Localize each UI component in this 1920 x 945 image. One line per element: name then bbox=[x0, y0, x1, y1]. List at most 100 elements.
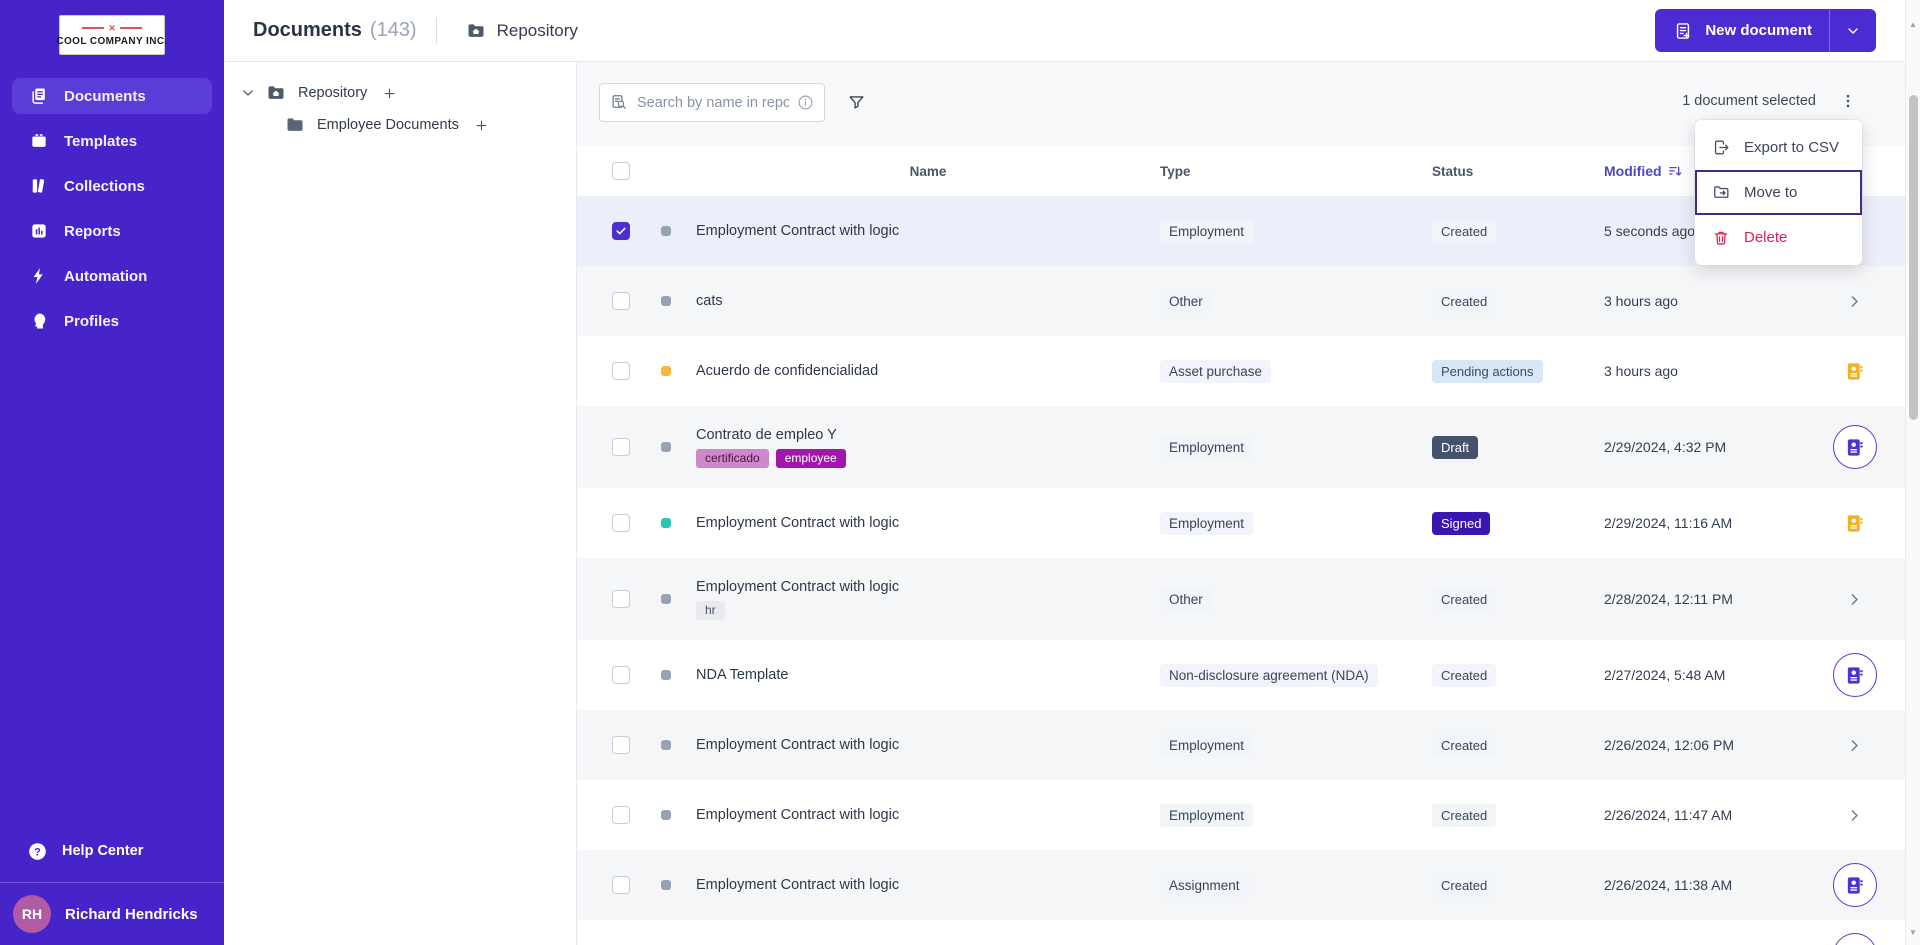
table-row[interactable]: Employment Contract with logic Assignmen… bbox=[577, 850, 1905, 920]
column-header-modified[interactable]: Modified bbox=[1604, 163, 1684, 180]
column-header-status[interactable]: Status bbox=[1432, 164, 1604, 179]
tree-item-employee-documents[interactable]: Employee Documents bbox=[224, 109, 576, 141]
status-badge: Created bbox=[1432, 804, 1496, 827]
vertical-scrollbar[interactable]: ▲ ▼ bbox=[1905, 0, 1920, 945]
help-center-link[interactable]: ? Help Center bbox=[0, 829, 224, 873]
row-checkbox[interactable] bbox=[612, 876, 630, 894]
sidebar-item-automation[interactable]: Automation bbox=[12, 258, 212, 294]
scrollbar-thumb[interactable] bbox=[1909, 95, 1918, 420]
type-badge: Assignment bbox=[1160, 874, 1249, 897]
menu-item-delete[interactable]: Delete bbox=[1695, 215, 1862, 260]
contract-document-icon[interactable] bbox=[1844, 362, 1865, 381]
row-checkbox[interactable] bbox=[612, 362, 630, 380]
search-input[interactable] bbox=[637, 95, 789, 111]
chevron-right-icon[interactable] bbox=[1846, 807, 1863, 824]
tree-item-repository[interactable]: Repository bbox=[224, 77, 576, 109]
status-dot bbox=[661, 880, 671, 890]
document-name[interactable]: Contrato de empleo Y bbox=[696, 427, 837, 443]
modified-date: 2/28/2024, 12:11 PM bbox=[1604, 591, 1804, 607]
document-name[interactable]: Employment Contract with logic bbox=[696, 223, 899, 239]
chevron-down-icon[interactable] bbox=[240, 85, 256, 101]
row-checkbox[interactable] bbox=[612, 438, 630, 456]
sidebar-footer: ? Help Center RH Richard Hendricks bbox=[0, 829, 224, 945]
logo-decoration: ✕ bbox=[82, 24, 142, 33]
status-dot bbox=[661, 810, 671, 820]
breadcrumb[interactable]: Repository bbox=[456, 21, 578, 41]
table-row[interactable]: Employment Contract with logic hr Other … bbox=[577, 558, 1905, 640]
add-folder-icon[interactable] bbox=[382, 86, 397, 101]
info-icon[interactable] bbox=[797, 94, 814, 111]
status-badge: Created bbox=[1432, 664, 1496, 687]
row-checkbox[interactable] bbox=[612, 514, 630, 532]
document-name[interactable]: Employment Contract with logic bbox=[696, 515, 899, 531]
row-action bbox=[1804, 591, 1905, 608]
folder-icon bbox=[285, 115, 305, 135]
sidebar-item-reports[interactable]: Reports bbox=[12, 213, 212, 249]
table-row-partial[interactable] bbox=[577, 920, 1905, 945]
sidebar-item-profiles[interactable]: Profiles bbox=[12, 303, 212, 339]
status-dot bbox=[661, 594, 671, 604]
new-document-dropdown[interactable] bbox=[1830, 9, 1876, 52]
table-row[interactable]: Contrato de empleo Y certificadoemployee… bbox=[577, 406, 1905, 488]
document-name[interactable]: Employment Contract with logic bbox=[696, 737, 899, 753]
type-badge: Employment bbox=[1160, 734, 1253, 757]
document-name[interactable]: Employment Contract with logic bbox=[696, 877, 899, 893]
select-all-checkbox[interactable] bbox=[612, 162, 630, 180]
contract-avatar-button[interactable] bbox=[1833, 425, 1877, 469]
chevron-right-icon[interactable] bbox=[1846, 737, 1863, 754]
table-row[interactable]: Acuerdo de confidencialidad Asset purcha… bbox=[577, 336, 1905, 406]
row-checkbox[interactable] bbox=[612, 806, 630, 824]
menu-item-label: Move to bbox=[1744, 184, 1797, 201]
chevron-right-icon[interactable] bbox=[1846, 293, 1863, 310]
reports-icon bbox=[28, 221, 49, 242]
status-badge: Created bbox=[1432, 734, 1496, 757]
column-header-name[interactable]: Name bbox=[681, 164, 1160, 179]
table-row[interactable]: cats Other Created 3 hours ago bbox=[577, 266, 1905, 336]
modified-date: 3 hours ago bbox=[1604, 363, 1804, 379]
sidebar-item-templates[interactable]: Templates bbox=[12, 123, 212, 159]
document-name[interactable]: Employment Contract with logic bbox=[696, 807, 899, 823]
row-checkbox[interactable] bbox=[612, 222, 630, 240]
row-checkbox[interactable] bbox=[612, 590, 630, 608]
status-dot bbox=[661, 670, 671, 680]
user-menu[interactable]: RH Richard Hendricks bbox=[0, 883, 224, 945]
scroll-down-arrow[interactable]: ▼ bbox=[1906, 928, 1920, 937]
menu-item-export-to-csv[interactable]: Export to CSV bbox=[1695, 125, 1862, 170]
table-row[interactable]: Employment Contract with logic Employmen… bbox=[577, 710, 1905, 780]
logo-line bbox=[82, 27, 104, 29]
search-box[interactable] bbox=[599, 83, 825, 122]
table-row[interactable]: Employment Contract with logic Employmen… bbox=[577, 488, 1905, 558]
row-action bbox=[1804, 807, 1905, 824]
sidebar-item-collections[interactable]: Collections bbox=[12, 168, 212, 204]
sidebar-item-label: Profiles bbox=[64, 313, 119, 330]
row-checkbox[interactable] bbox=[612, 666, 630, 684]
sidebar-item-documents[interactable]: Documents bbox=[12, 78, 212, 114]
tree-label-repository[interactable]: Repository bbox=[298, 85, 367, 101]
table-row[interactable]: Employment Contract with logic Employmen… bbox=[577, 780, 1905, 850]
folder-tree-panel: Repository Employee Documents bbox=[224, 62, 577, 945]
menu-item-move-to[interactable]: Move to bbox=[1695, 170, 1862, 215]
status-dot bbox=[661, 366, 671, 376]
document-name[interactable]: NDA Template bbox=[696, 667, 788, 683]
contract-avatar-button[interactable] bbox=[1833, 933, 1877, 945]
document-name[interactable]: Acuerdo de confidencialidad bbox=[696, 363, 878, 379]
chevron-down-icon bbox=[1843, 20, 1864, 41]
contract-avatar-button[interactable] bbox=[1833, 863, 1877, 907]
filter-icon[interactable] bbox=[847, 93, 866, 112]
document-name[interactable]: Employment Contract with logic bbox=[696, 579, 899, 595]
tree-label-employee-documents[interactable]: Employee Documents bbox=[317, 117, 459, 133]
add-folder-icon[interactable] bbox=[474, 118, 489, 133]
row-checkbox[interactable] bbox=[612, 736, 630, 754]
column-header-type[interactable]: Type bbox=[1160, 164, 1432, 179]
chevron-right-icon[interactable] bbox=[1846, 591, 1863, 608]
contract-document-icon[interactable] bbox=[1844, 514, 1865, 533]
document-name[interactable]: cats bbox=[696, 293, 723, 309]
scroll-up-arrow[interactable]: ▲ bbox=[1906, 20, 1920, 29]
kebab-menu-icon[interactable] bbox=[1839, 92, 1857, 110]
help-center-label: Help Center bbox=[62, 843, 143, 859]
row-checkbox[interactable] bbox=[612, 292, 630, 310]
new-document-button[interactable]: New document bbox=[1655, 9, 1876, 52]
folder-home-icon bbox=[266, 83, 286, 103]
table-row[interactable]: NDA Template Non-disclosure agreement (N… bbox=[577, 640, 1905, 710]
contract-avatar-button[interactable] bbox=[1833, 653, 1877, 697]
